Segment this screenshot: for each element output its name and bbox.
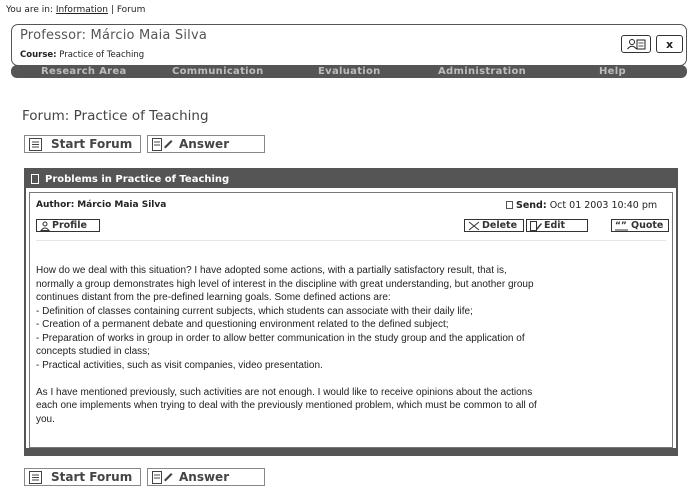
users-button[interactable] [621,35,651,53]
menu-item-help[interactable]: Help [599,65,626,78]
person-icon [40,221,50,231]
profile-label: Profile [52,220,87,231]
reply-icon [152,470,173,484]
post-divider [36,240,666,241]
menu-item-administration[interactable]: Administration [438,65,526,78]
reply-icon [152,137,173,151]
message-line: concepts studied in class; [36,346,150,357]
message-line: As I have mentioned previously, such act… [36,386,533,398]
message-line: How do we deal with this situation? I ha… [36,265,507,276]
edit-button[interactable]: Edit [526,219,588,232]
breadcrumb-current: Forum [116,5,146,15]
author-name: Márcio Maia Silva [77,200,167,210]
message-line: - Creation of a permanent debate and que… [36,319,449,330]
answer-label: Answer [179,137,230,151]
start-forum-button-bottom[interactable]: Start Forum [24,468,141,486]
course-value: Practice of Teaching [59,50,145,60]
users-icon [627,39,646,50]
message-line: - Definition of classes containing curre… [36,305,473,317]
breadcrumb-prefix: You are in: [6,5,54,15]
quote-label: Quote [631,220,664,231]
delete-icon [468,221,480,230]
post-body: Author: Márcio Maia Silva Send: Oct 01 2… [29,192,673,448]
close-icon: x [665,37,674,51]
delete-label: Delete [482,220,518,231]
post-footer-bar [26,448,676,454]
author-label: Author: [36,200,75,210]
start-forum-label: Start Forum [51,470,133,484]
close-button[interactable]: x [656,35,683,53]
message-line: - Practical activities, such as visit co… [36,359,323,371]
document-icon [31,174,39,184]
send-date: Oct 01 2003 10:40 pm [549,200,658,211]
delete-button[interactable]: Delete [464,219,524,232]
profile-button[interactable]: Profile [36,219,100,232]
answer-button-bottom[interactable]: Answer [147,468,265,486]
breadcrumb-separator: | [110,5,114,15]
post-header: Problems in Practice of Teaching [26,170,676,188]
list-icon [29,137,42,151]
quote-button[interactable]: “” Quote [611,219,669,232]
edit-icon [530,220,542,231]
send-icon [506,201,513,209]
answer-button-top[interactable]: Answer [147,135,265,153]
message-line: each one implements when trying to deal … [36,400,537,411]
send-label: Send [516,200,543,211]
course-label: Course: [20,50,57,60]
post-author: Author: Márcio Maia Silva [36,200,166,210]
page-title: Forum: Practice of Teaching [22,108,209,124]
message-line: - Preparation of works in group in order… [36,332,525,344]
message-line: you. [36,413,55,425]
post-send-date: Send: Oct 01 2003 10:40 pm [506,200,657,211]
list-icon [29,470,42,484]
course-line: Course: Practice of Teaching [20,50,144,60]
post-panel: Problems in Practice of Teaching Author:… [24,168,678,456]
professor-name: Professor: Márcio Maia Silva [20,28,208,43]
edit-label: Edit [544,220,566,231]
course-header: Professor: Márcio Maia Silva Course: Pra… [11,24,687,66]
message-line: normally a group demonstrates high level… [36,278,534,290]
start-forum-label: Start Forum [51,137,133,151]
main-menu: Research Area Communication Evaluation A… [11,65,687,78]
menu-item-evaluation[interactable]: Evaluation [318,65,381,78]
menu-item-communication[interactable]: Communication [172,65,264,78]
breadcrumb: You are in: Information | Forum [6,5,145,15]
start-forum-button-top[interactable]: Start Forum [24,135,141,153]
answer-label: Answer [179,470,230,484]
menu-item-research-area[interactable]: Research Area [41,65,127,78]
message-line: continues distant from the pre-defined l… [36,292,391,303]
breadcrumb-link-information[interactable]: Information [56,5,108,15]
post-message: How do we deal with this situation? I ha… [36,264,636,426]
post-title: Problems in Practice of Teaching [45,173,230,185]
quote-icon: “” [615,221,628,231]
